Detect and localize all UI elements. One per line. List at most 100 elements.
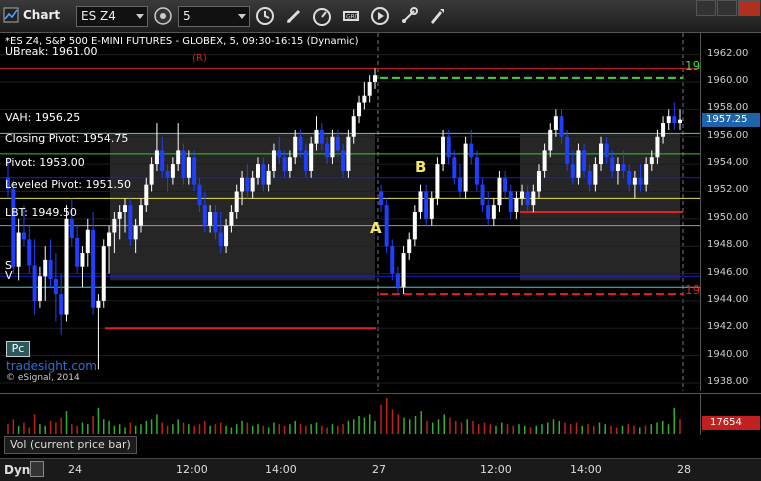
- price-chart[interactable]: [0, 33, 700, 391]
- candle-body: [298, 136, 303, 151]
- candle-body: [520, 191, 525, 199]
- candle-body: [525, 191, 530, 206]
- candle-body: [277, 150, 282, 158]
- maximize-button[interactable]: [717, 0, 737, 16]
- speedometer-icon[interactable]: [311, 5, 333, 27]
- cursor-icon[interactable]: [426, 5, 448, 27]
- clock-icon[interactable]: [254, 5, 276, 27]
- candle-body: [672, 116, 677, 124]
- candle-body: [144, 184, 149, 206]
- candle-body: [330, 136, 335, 158]
- site-link[interactable]: tradesight.com: [6, 359, 97, 373]
- candle-body: [255, 164, 260, 178]
- chevron-down-icon[interactable]: [136, 14, 144, 19]
- interval-value: 5: [183, 9, 191, 23]
- candle-body: [362, 95, 367, 103]
- axis-tick-label: 1946.00: [707, 266, 749, 278]
- pivot-label: Pivot: 1953.00: [5, 156, 85, 169]
- candle-body: [604, 143, 609, 158]
- close-button[interactable]: [738, 0, 760, 16]
- svg-text:GRD: GRD: [346, 14, 360, 21]
- candle-body: [319, 129, 324, 144]
- candle-body: [395, 273, 400, 288]
- interval-combo[interactable]: 5: [178, 6, 250, 27]
- candle-body: [218, 232, 223, 247]
- candle-body: [149, 164, 154, 185]
- candle-body: [610, 157, 615, 171]
- candle-body: [75, 237, 80, 267]
- copyright: © eSignal, 2014: [6, 373, 80, 383]
- candle-body: [186, 157, 191, 178]
- time-label: 14:00: [265, 463, 297, 476]
- axis-tick-label: 1940.00: [707, 348, 749, 360]
- chevron-down-icon[interactable]: [238, 14, 246, 19]
- candle-body: [165, 170, 170, 178]
- candle-body: [666, 116, 671, 124]
- grid-icon[interactable]: GRD: [340, 5, 362, 27]
- candle-body: [418, 191, 423, 212]
- volume-legend[interactable]: Vol (current price bar): [4, 436, 137, 454]
- candle-body: [309, 143, 314, 171]
- symbol-combo[interactable]: ES Z4: [76, 6, 148, 27]
- dyn-settings-icon[interactable]: [30, 461, 44, 477]
- candle-body: [582, 150, 587, 171]
- candle-body: [632, 177, 637, 185]
- candle-body: [181, 150, 186, 178]
- candle-body: [293, 136, 298, 158]
- candle-body: [202, 205, 207, 226]
- axis-tick-label: 1962.00: [707, 47, 749, 59]
- price-axis[interactable]: 1957.25 1962.00 1960.00 1958.00 1956.00 1954…: [700, 33, 761, 391]
- candle-body: [112, 218, 117, 233]
- pencil-icon[interactable]: [283, 5, 305, 27]
- candle-body: [469, 143, 474, 158]
- axis-tick-label: 1958.00: [707, 102, 749, 114]
- lbt-label: LBT: 1949.50: [5, 206, 77, 219]
- candle-body: [621, 164, 626, 171]
- candle-body: [480, 184, 485, 206]
- last-price-badge: 1957.25: [702, 112, 760, 127]
- axis-tick-label: 1960.00: [707, 75, 749, 87]
- candle-body: [69, 218, 74, 238]
- candle-body: [548, 129, 553, 151]
- time-label: 14:00: [570, 463, 602, 476]
- candle-body: [37, 276, 42, 301]
- candle-body: [463, 143, 468, 192]
- candle-body: [341, 150, 346, 171]
- candle-body: [64, 218, 69, 315]
- target-down-label: 19: [685, 283, 701, 297]
- dyn-mode[interactable]: Dyn: [4, 463, 30, 477]
- play-icon[interactable]: [369, 5, 391, 27]
- candle-body: [234, 191, 239, 212]
- candle-body: [655, 136, 660, 158]
- candle-body: [229, 212, 234, 226]
- candle-body: [21, 232, 26, 240]
- candle-body: [373, 75, 377, 83]
- candle-body: [536, 170, 541, 192]
- minimize-button[interactable]: [696, 0, 716, 16]
- candle-body: [553, 116, 558, 130]
- pc-button[interactable]: Pc: [6, 341, 30, 357]
- candle-body: [176, 150, 181, 165]
- candle-body: [570, 164, 575, 178]
- candle-body: [91, 229, 96, 308]
- settings-icon[interactable]: [398, 5, 420, 27]
- candle-body: [192, 157, 197, 185]
- axis-tick-label: 1944.00: [707, 293, 749, 305]
- candle-body: [599, 143, 604, 165]
- candle-body: [101, 246, 106, 301]
- volume-pane[interactable]: [0, 393, 700, 435]
- time-axis[interactable]: Dyn 24 12:00 14:00 27 12:00 14:00 28: [0, 458, 761, 481]
- time-label: 24: [68, 463, 82, 476]
- marker-a: A: [370, 219, 382, 237]
- candle-body: [497, 177, 502, 206]
- link-icon[interactable]: [152, 5, 174, 27]
- candle-body: [314, 129, 319, 144]
- target-up-label: 19: [685, 59, 701, 73]
- axis-tick-label: 1952.00: [707, 184, 749, 196]
- candle-body: [627, 170, 632, 185]
- candle-body: [11, 188, 16, 267]
- candle-body: [390, 246, 395, 274]
- candle-body: [565, 136, 570, 165]
- candle-body: [261, 164, 266, 185]
- price-pane[interactable]: *ES Z4, S&P 500 E-MINI FUTURES - GLOBEX,…: [0, 33, 700, 391]
